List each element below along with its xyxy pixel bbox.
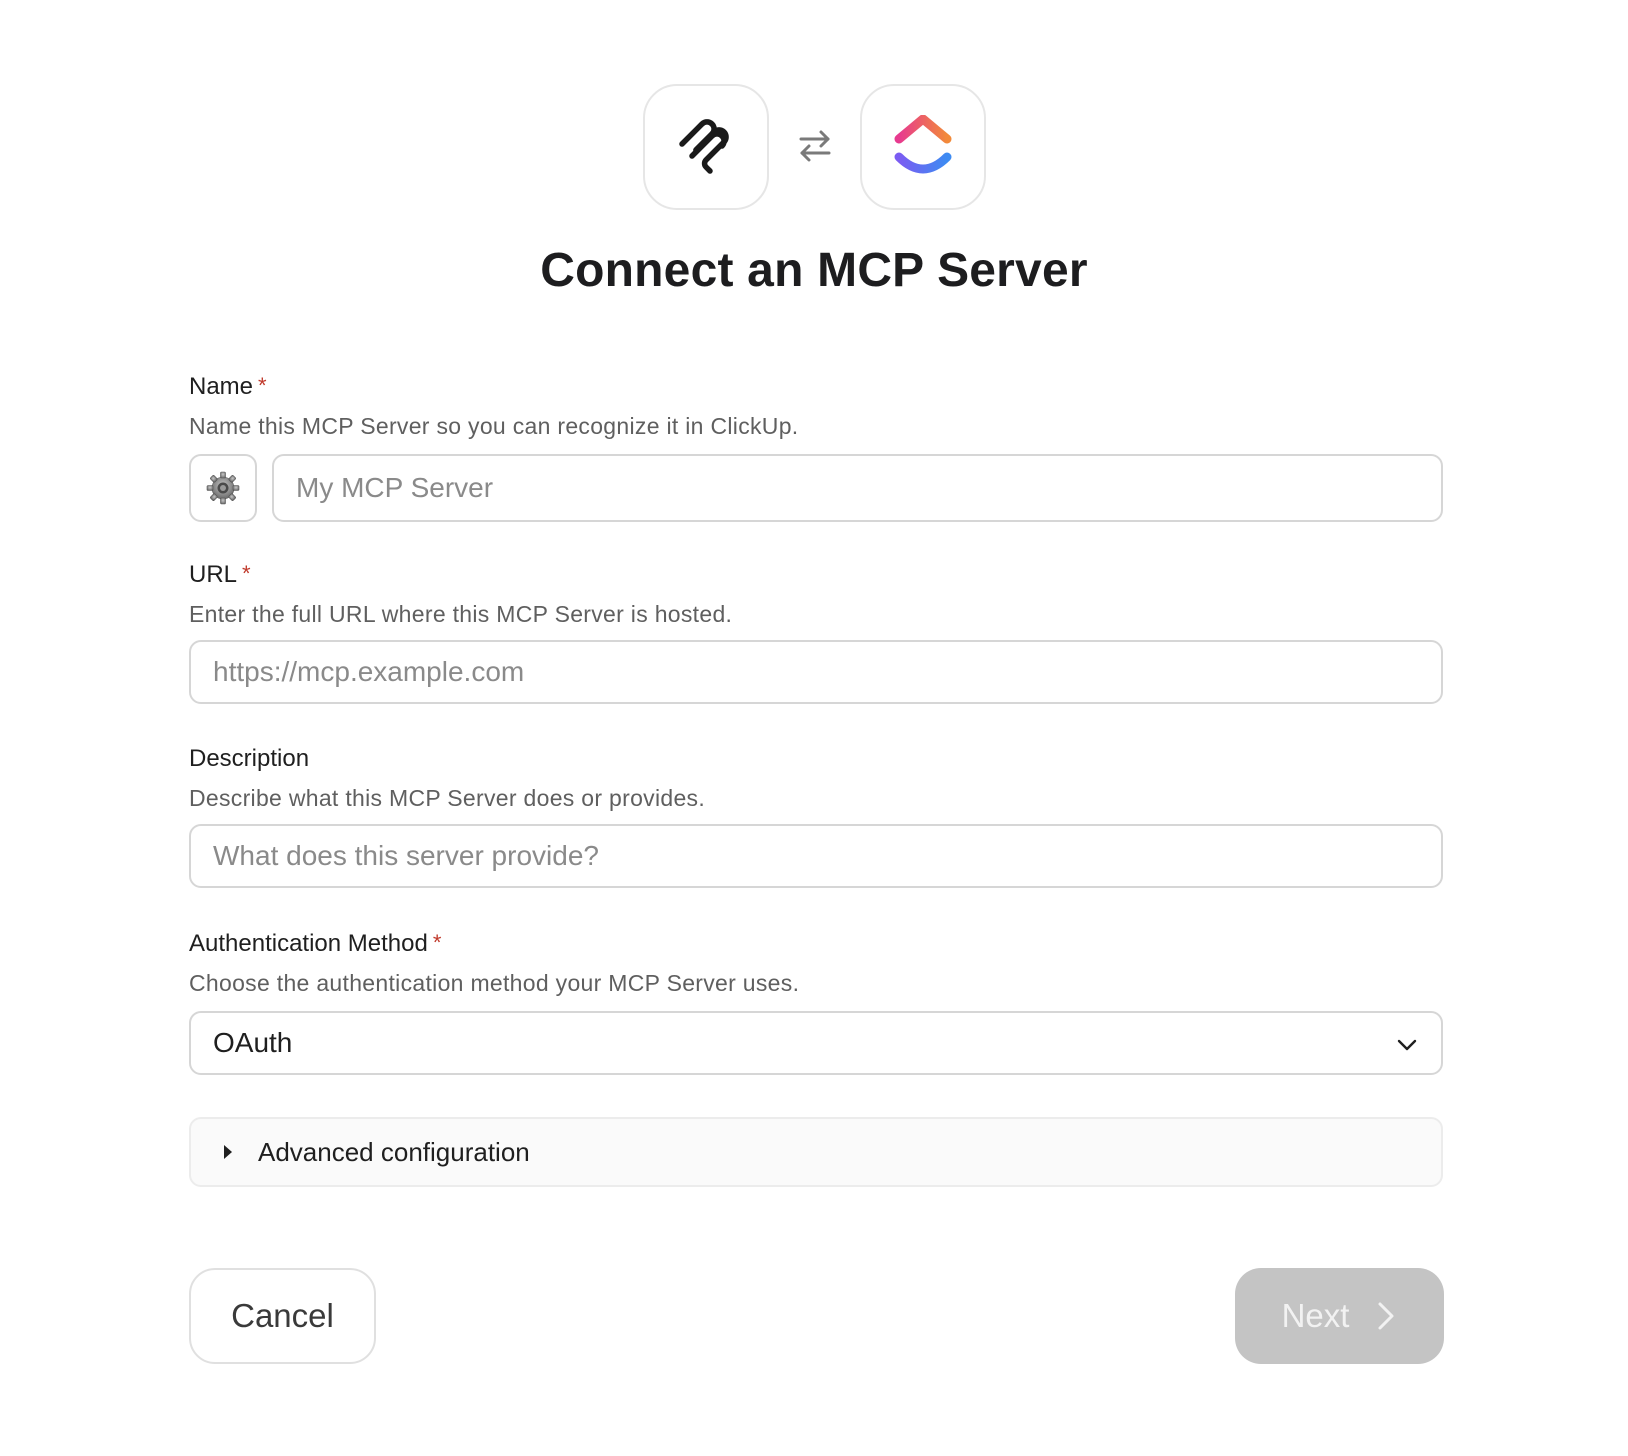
url-label-text: URL [189, 561, 238, 588]
clickup-logo-icon [894, 115, 952, 174]
chevron-down-icon [1397, 1039, 1417, 1051]
advanced-configuration-label: Advanced configuration [258, 1136, 530, 1167]
caret-right-icon [224, 1145, 232, 1159]
clickup-logo-tile [860, 84, 986, 210]
connect-mcp-dialog: Connect an MCP Server Name * Name this MC… [0, 0, 1628, 1456]
name-input-placeholder: My MCP Server [296, 472, 494, 503]
url-help: Enter the full URL where this MCP Server… [189, 601, 733, 627]
page-title: Connect an MCP Server [540, 244, 1088, 297]
url-label: URL * [189, 561, 251, 589]
mcp-logo-tile [643, 84, 769, 210]
description-input[interactable]: What does this server provide? [189, 824, 1443, 888]
required-mark: * [258, 373, 267, 398]
icon-picker-button[interactable] [189, 454, 257, 522]
name-help: Name this MCP Server so you can recogniz… [189, 413, 799, 439]
description-label-text: Description [189, 745, 310, 772]
swap-arrows-icon [799, 130, 831, 162]
name-input[interactable]: My MCP Server [272, 454, 1443, 522]
auth-method-select[interactable]: OAuth [189, 1011, 1443, 1075]
cancel-button-label: Cancel [231, 1297, 334, 1334]
name-label-text: Name [189, 373, 254, 400]
required-mark: * [432, 930, 442, 955]
description-label: Description [189, 745, 309, 773]
auth-method-value: OAuth [213, 1027, 293, 1058]
url-input-placeholder: https://mcp.example.com [213, 656, 525, 687]
description-help: Describe what this MCP Server does or pr… [189, 785, 706, 811]
url-input[interactable]: https://mcp.example.com [189, 640, 1443, 704]
next-button-label: Next [1281, 1297, 1350, 1334]
auth-label-text: Authentication Method [189, 930, 428, 957]
name-label: Name * [189, 373, 267, 401]
cancel-button[interactable]: Cancel [189, 1268, 376, 1364]
advanced-configuration-toggle[interactable]: Advanced configuration [189, 1117, 1443, 1187]
logo-row [0, 84, 1628, 212]
next-button[interactable]: Next [1235, 1268, 1444, 1364]
auth-label: Authentication Method * [189, 930, 441, 958]
required-mark: * [242, 561, 251, 586]
auth-help: Choose the authentication method your MC… [189, 970, 800, 996]
description-input-placeholder: What does this server provide? [213, 840, 599, 871]
gear-icon [206, 471, 240, 505]
chevron-right-icon [1378, 1302, 1394, 1330]
mcp-logo-icon [679, 119, 729, 174]
